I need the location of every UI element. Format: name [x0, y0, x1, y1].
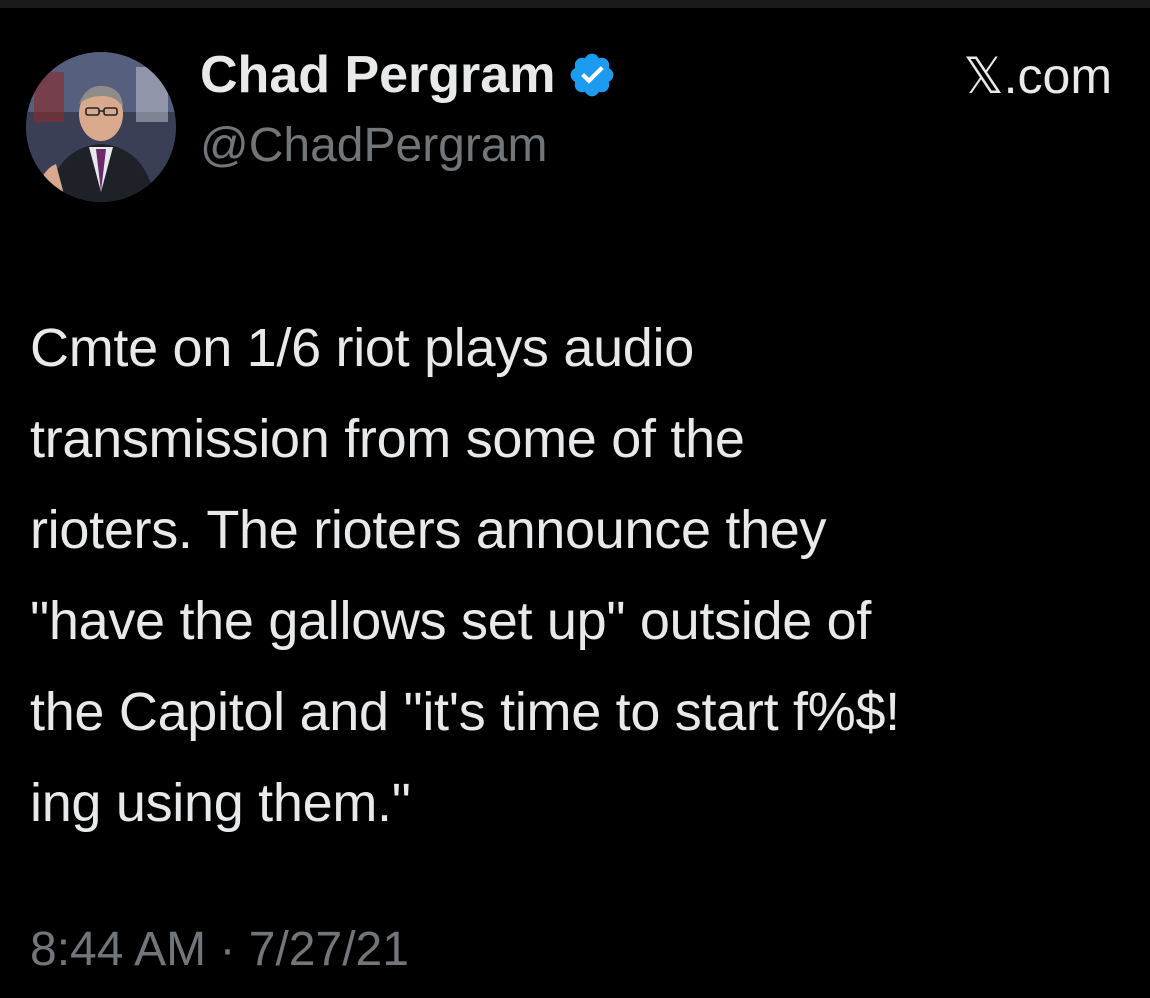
tweet-card: Chad Pergram @ChadPergram 𝕏.com Cmte on … — [0, 0, 1150, 998]
brand-watermark: 𝕏.com — [963, 44, 1112, 108]
author-name-row: Chad Pergram — [200, 40, 617, 110]
verified-badge-icon — [567, 50, 617, 100]
author-display-name[interactable]: Chad Pergram — [200, 45, 555, 105]
timestamp-separator: · — [206, 923, 249, 976]
tweet-timestamp[interactable]: 8:44 AM · 7/27/21 — [30, 922, 409, 977]
avatar[interactable] — [26, 52, 176, 202]
author-handle[interactable]: @ChadPergram — [200, 118, 548, 173]
tweet-text: Cmte on 1/6 riot plays audio transmissio… — [30, 318, 900, 833]
timestamp-date: 7/27/21 — [248, 923, 409, 976]
brand-text: 𝕏.com — [963, 48, 1112, 104]
avatar-image — [26, 52, 176, 202]
timestamp-time: 8:44 AM — [30, 923, 207, 976]
